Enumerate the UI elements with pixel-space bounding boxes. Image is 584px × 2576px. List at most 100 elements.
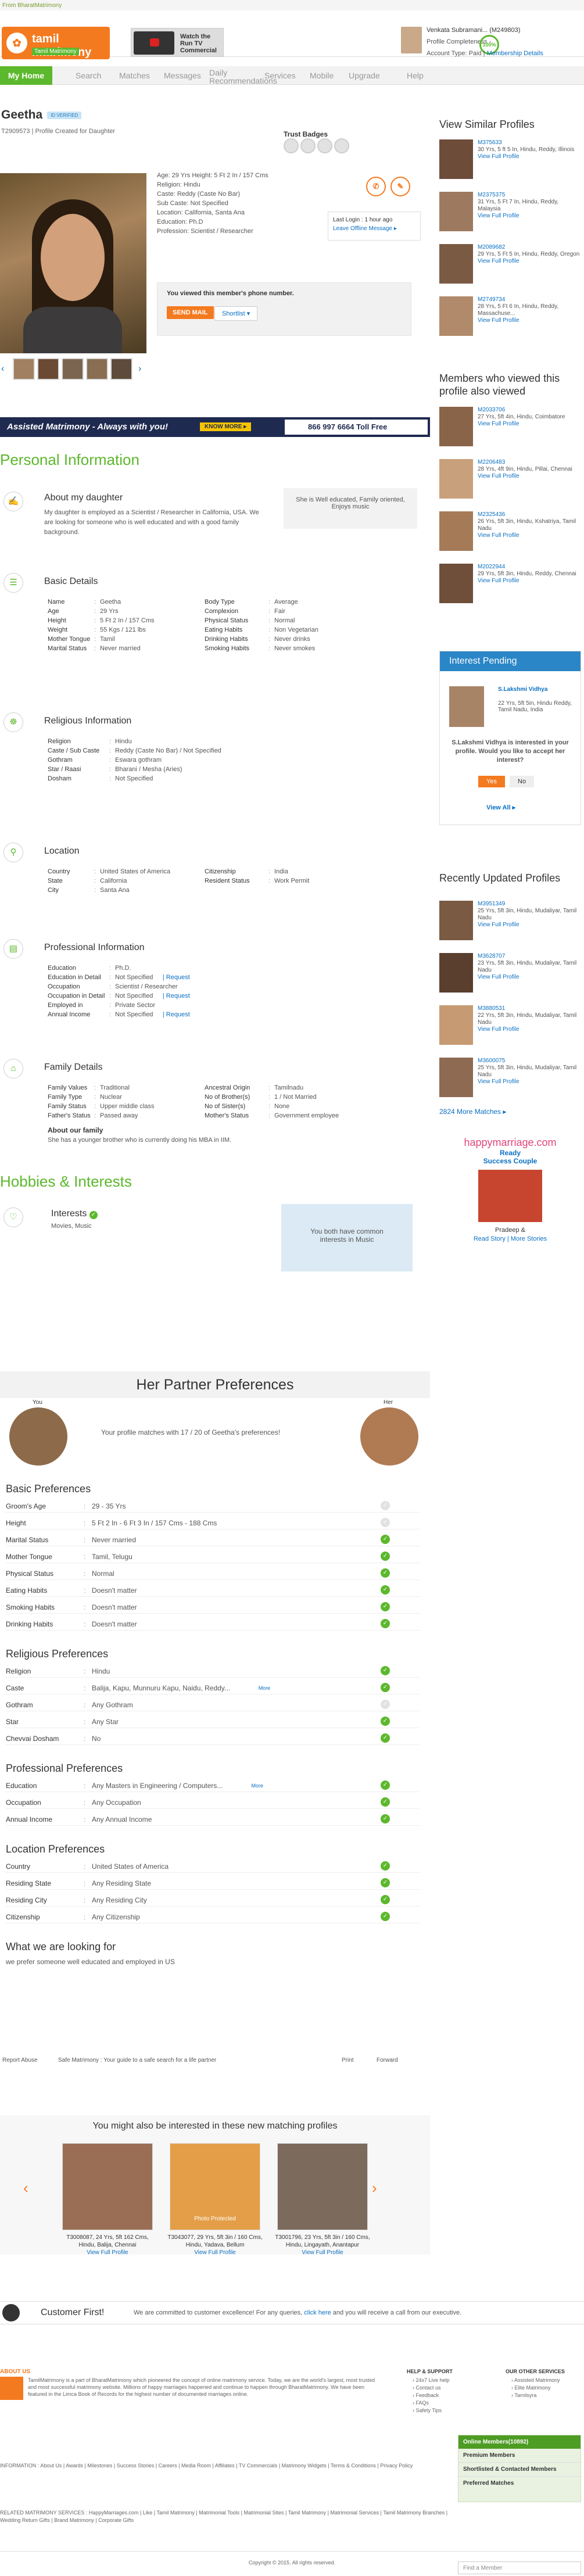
profile-thumb[interactable] [439,459,473,499]
view-full-profile-link[interactable]: View Full Profile [478,258,519,264]
decline-no-button[interactable]: No [510,776,535,787]
photo-thumb[interactable] [37,358,59,380]
view-full-profile-link[interactable]: View Full Profile [478,532,519,539]
profile-id[interactable]: M2325436 [478,511,581,518]
assisted-banner[interactable]: Assisted Matrimony - Always with you! KN… [0,417,430,437]
report-abuse[interactable]: Report Abuse [2,2057,38,2063]
membership-details-link[interactable]: Membership Details [487,50,543,57]
help-link[interactable]: › 24x7 Live help [413,2377,450,2384]
photo-thumb[interactable] [13,358,35,380]
know-more-button[interactable]: KNOW MORE ▸ [200,422,252,431]
view-full-profile-link[interactable]: View Full Profile [194,2249,236,2256]
profile-id[interactable]: M2375375 [478,192,581,199]
request-link[interactable]: | Request [163,973,190,982]
profile-id[interactable]: M2022944 [478,564,576,571]
profile-id[interactable]: M3880531 [478,1005,581,1012]
nav-upgrade[interactable]: Upgrade [349,66,380,85]
find-member-input[interactable]: Find a Member [458,2561,581,2574]
profile-id[interactable]: M2206483 [478,459,572,466]
forward-button[interactable]: Forward [377,2057,398,2063]
trust-badge-icon[interactable] [300,138,316,153]
profile-card[interactable]: M2022944 29 Yrs, 5ft 3in, Hindu, Reddy, C… [439,564,581,604]
profile-thumb[interactable] [439,511,473,551]
request-link[interactable]: | Request [163,1010,190,1019]
prev-arrow-icon[interactable]: ‹ [1,364,4,374]
profile-thumb[interactable] [439,139,473,179]
service-link[interactable]: › Assisted Matrimony [511,2377,560,2384]
view-full-profile-link[interactable]: View Full Profile [478,1079,519,1085]
chat-icon[interactable]: ✎ [390,177,410,196]
profile-card[interactable]: M2089682 29 Yrs, 5 Ft 5 In, Hindu, Reddy,… [439,244,581,285]
view-full-profile-link[interactable]: View Full Profile [87,2249,128,2256]
profile-card[interactable]: M375633 30 Yrs, 5 ft 5 In, Hindu, Reddy, … [439,139,581,180]
photo-thumb[interactable] [62,358,84,380]
nav-search[interactable]: Search [76,66,101,85]
view-full-profile-link[interactable]: View Full Profile [478,922,519,928]
view-full-profile-link[interactable]: View Full Profile [478,213,519,219]
view-full-profile-link[interactable]: View Full Profile [478,421,519,427]
view-full-profile-link[interactable]: View Full Profile [478,578,519,584]
interest-name[interactable]: S.Lakshmi Vidhya [498,686,547,693]
more-matches-link[interactable]: 2824 More Matches ▸ [439,1108,506,1116]
profile-thumb[interactable] [439,953,473,993]
profile-card[interactable]: M2206483 28 Yrs, 4ft 9in, Hindu, Pillai, … [439,459,581,500]
trust-badge-icon[interactable] [334,138,349,153]
online-preferred[interactable]: Preferred Matches [458,2477,581,2490]
user-avatar[interactable] [401,27,422,53]
nav-daily[interactable]: Daily Recommendations [209,69,277,87]
help-link[interactable]: › Safety Tips [413,2407,450,2414]
nav-services[interactable]: Services [264,66,296,85]
next-arrow-icon[interactable]: › [372,2179,377,2197]
nav-mobile[interactable]: Mobile [310,66,334,85]
view-full-profile-link[interactable]: View Full Profile [478,153,519,160]
profile-card[interactable]: M2325436 26 Yrs, 5ft 3in, Hindu, Kshatriy… [439,511,581,552]
send-mail-button[interactable]: SEND MAIL [167,306,214,319]
hm-read-story[interactable]: Read Story | More Stories [474,1235,547,1242]
view-full-profile-link[interactable]: View Full Profile [302,2249,343,2256]
profile-card[interactable]: M3951349 25 Yrs, 5ft 3in, Hindu, Mudaliya… [439,901,581,941]
profile-card[interactable]: M2749734 28 Yrs, 5 Ft 6 In, Hindu, Reddy,… [439,296,581,337]
accept-yes-button[interactable]: Yes [478,776,505,787]
view-all-link[interactable]: View All ▸ [486,804,515,811]
profile-id[interactable]: M3600075 [478,1058,581,1065]
site-logo[interactable]: ✿ tamil matrimony Tamil Matrimony [2,27,110,59]
view-full-profile-link[interactable]: View Full Profile [478,473,519,479]
profile-id[interactable]: M2033706 [478,407,565,414]
help-link[interactable]: › FAQs [413,2399,450,2407]
profile-thumb[interactable] [439,564,473,603]
profile-thumb[interactable] [439,407,473,446]
help-link[interactable]: › Feedback [413,2392,450,2399]
profile-id[interactable]: M3628707 [478,953,581,960]
prev-arrow-icon[interactable]: ‹ [23,2179,28,2197]
view-full-profile-link[interactable]: View Full Profile [478,974,519,980]
trust-badge-icon[interactable] [284,138,299,153]
profile-thumb[interactable] [439,901,473,940]
interest-photo[interactable] [449,686,484,727]
tv-ad-banner[interactable]: Watch the Run TV Commercial [131,28,224,57]
profile-photo[interactable] [0,173,146,353]
profile-card[interactable]: M3600075 25 Yrs, 5ft 3in, Hindu, Mudaliya… [439,1058,581,1098]
profile-thumb[interactable] [439,244,473,284]
nav-help[interactable]: Help [407,66,424,85]
profile-thumb[interactable] [439,192,473,231]
shortlist-button[interactable]: Shortlist ▾ [214,306,258,321]
profile-thumb[interactable] [439,296,473,336]
profile-card[interactable]: M3880531 22 Yrs, 5ft 3in, Hindu, Mudaliya… [439,1005,581,1046]
service-link[interactable]: › Tamilsyra [511,2392,560,2399]
online-premium[interactable]: Premium Members [458,2449,581,2463]
nav-matches[interactable]: Matches [119,66,150,85]
profile-id[interactable]: M2749734 [478,296,581,303]
request-link[interactable]: | Request [163,991,190,1001]
profile-card[interactable]: M2033706 27 Yrs, 5ft 4in, Hindu, Coimbato… [439,407,581,447]
safe-matrimony-link[interactable]: Safe Matrimony : Your guide to a safe se… [58,2057,216,2063]
reco-card[interactable]: T3001796, 23 Yrs, 5ft 3in / 160 Cms, Hin… [273,2143,372,2256]
phone-icon[interactable]: ✆ [366,177,386,196]
nav-home[interactable]: My Home [0,66,52,85]
photo-thumb[interactable] [110,358,132,380]
profile-card[interactable]: M3628707 23 Yrs, 5ft 3in, Hindu, Mudaliya… [439,953,581,994]
online-title[interactable]: Online Members(10892) [458,2435,581,2449]
profile-id[interactable]: M2089682 [478,244,579,251]
information-links[interactable]: INFORMATION : About Us | Awards | Milest… [0,2463,453,2468]
click-here-link[interactable]: click here [304,2309,331,2316]
profile-thumb[interactable] [439,1058,473,1097]
